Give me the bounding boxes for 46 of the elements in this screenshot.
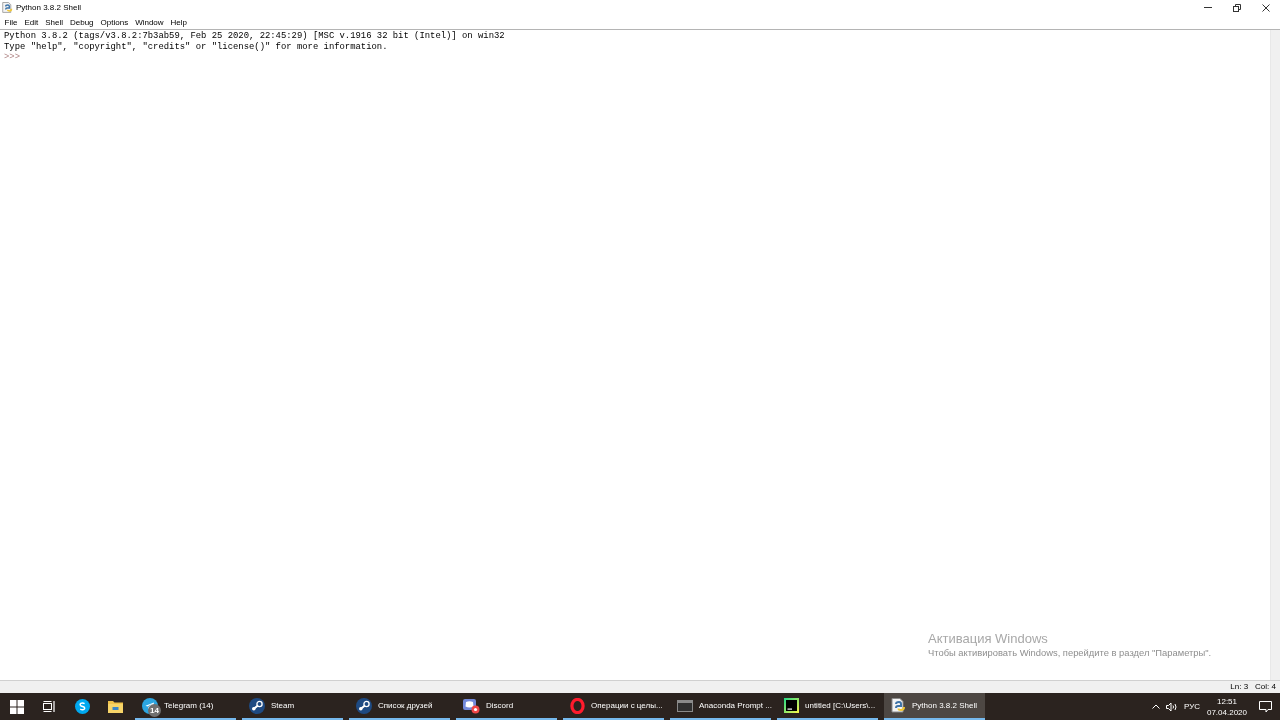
taskbar-app-button[interactable]: Steam bbox=[242, 693, 343, 720]
taskbar-app-button[interactable]: Python 3.8.2 Shell bbox=[884, 693, 985, 720]
start-icon bbox=[9, 699, 24, 714]
language-indicator[interactable]: РУС bbox=[1180, 693, 1204, 720]
taskbar-app-button[interactable]: 14 Telegram (14) bbox=[135, 693, 236, 720]
close-icon bbox=[1261, 3, 1270, 12]
taskbar-app-button[interactable]: Список друзей bbox=[349, 693, 450, 720]
task-view-icon bbox=[43, 701, 56, 712]
speaker-icon bbox=[1166, 701, 1178, 712]
clock-time: 12:51 bbox=[1217, 695, 1237, 707]
shell-prompt: >>> bbox=[4, 52, 20, 63]
skype-icon bbox=[75, 699, 90, 714]
line-number: Ln: 3 bbox=[1230, 682, 1249, 692]
column-number: Col: 4 bbox=[1255, 682, 1276, 692]
menu-item[interactable]: File bbox=[1, 15, 21, 29]
opera-icon bbox=[570, 697, 585, 714]
minimize-icon bbox=[1203, 7, 1212, 8]
steam-icon bbox=[356, 697, 372, 714]
menu-item[interactable]: Debug bbox=[66, 15, 98, 29]
chevron-up-icon bbox=[1152, 704, 1160, 709]
terminal-icon bbox=[677, 699, 693, 712]
pycharm-icon bbox=[784, 698, 799, 713]
taskbar-app-button[interactable]: Anaconda Prompt ... bbox=[670, 693, 771, 720]
discord-icon bbox=[463, 697, 480, 714]
taskbar-app-button[interactable]: untitled [C:\Users\... bbox=[777, 693, 878, 720]
restore-icon bbox=[1232, 3, 1241, 12]
menu-item[interactable]: Help bbox=[167, 15, 191, 29]
menu-item[interactable]: Shell bbox=[41, 15, 67, 29]
shell-output-line: Python 3.8.2 (tags/v3.8.2:7b3ab59, Feb 25 2020, 22:45:29) [MSC v.1916 32 bit (Intel)] on win32 bbox=[4, 31, 505, 42]
clock-date: 07.04.2020 bbox=[1206, 706, 1247, 718]
activation-title: Активация Windows bbox=[928, 631, 1049, 646]
taskbar-app-button[interactable]: Discord bbox=[456, 693, 557, 720]
notification-icon bbox=[1258, 700, 1272, 713]
folder-icon bbox=[108, 700, 123, 713]
taskbar-app-button[interactable]: Операции с целы... bbox=[563, 693, 664, 720]
steam-icon bbox=[249, 697, 265, 714]
activation-message: Чтобы активировать Windows, перейдите в раздел "Параметры". bbox=[928, 646, 1212, 659]
menu-item[interactable]: Window bbox=[131, 15, 168, 29]
clock[interactable]: 12:51 07.04.2020 bbox=[1204, 693, 1250, 720]
menu-item[interactable]: Edit bbox=[20, 15, 42, 29]
scrollbar[interactable] bbox=[1270, 30, 1280, 680]
python-file-icon bbox=[891, 697, 906, 714]
shell-output-line: Type "help", "copyright", "credits" or "license()" for more information. bbox=[4, 41, 388, 52]
notification-badge: 14 bbox=[148, 704, 161, 717]
window-title: Python 3.8.2 Shell bbox=[16, 2, 81, 14]
menu-item[interactable]: Options bbox=[97, 15, 132, 29]
